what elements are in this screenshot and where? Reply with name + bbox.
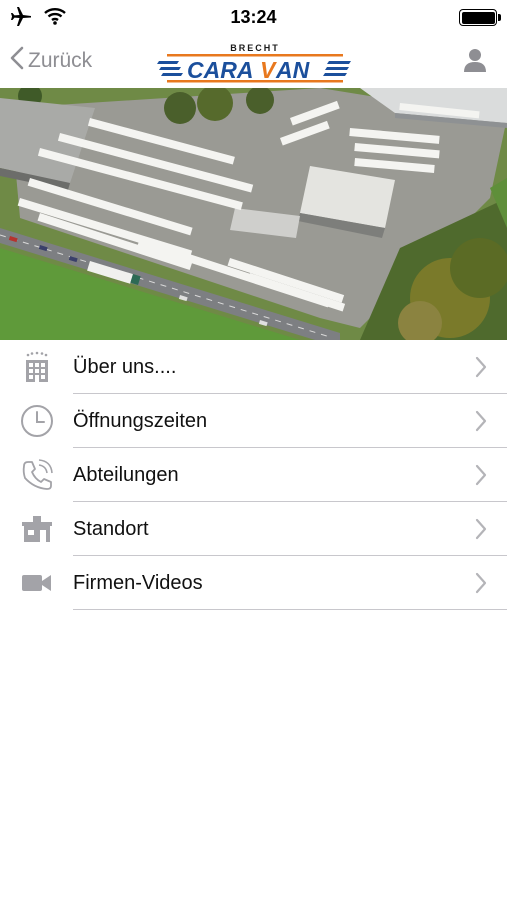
svg-text:CARA: CARA <box>187 57 253 83</box>
menu-item-label: Firmen-Videos <box>73 571 203 594</box>
nav-bar: Zurück BRECHT CARA V AN <box>0 36 507 88</box>
back-label: Zurück <box>28 48 93 72</box>
back-button[interactable]: Zurück <box>10 46 92 75</box>
menu-list: Über uns.... Öffnungszeiten Abteilungen <box>0 340 507 610</box>
brecht-caravan-logo: BRECHT CARA V AN <box>157 42 353 84</box>
svg-text:V: V <box>260 57 277 83</box>
menu-item-abteilungen[interactable]: Abteilungen <box>0 448 507 502</box>
status-bar: 13:24 <box>0 0 507 36</box>
chevron-left-icon <box>10 46 24 75</box>
svg-text:BRECHT: BRECHT <box>230 43 280 53</box>
chevron-right-icon <box>475 356 487 383</box>
chevron-right-icon <box>475 410 487 437</box>
chevron-right-icon <box>475 464 487 491</box>
menu-item-label: Über uns.... <box>73 355 177 378</box>
separator <box>73 609 507 610</box>
battery-icon <box>459 9 501 26</box>
user-icon <box>463 49 487 76</box>
location-building-icon <box>18 512 56 546</box>
user-profile-button[interactable] <box>463 48 487 77</box>
chevron-right-icon <box>475 518 487 545</box>
menu-item-label: Standort <box>73 517 149 540</box>
menu-item-label: Abteilungen <box>73 463 179 486</box>
menu-item-label: Öffnungszeiten <box>73 409 208 432</box>
video-camera-icon <box>18 566 56 600</box>
menu-item-oeffnungszeiten[interactable]: Öffnungszeiten <box>0 394 507 448</box>
clock-icon <box>18 404 56 438</box>
menu-item-standort[interactable]: Standort <box>0 502 507 556</box>
hero-aerial-image <box>0 88 507 340</box>
chevron-right-icon <box>475 572 487 599</box>
phone-icon <box>18 458 56 492</box>
svg-text:AN: AN <box>275 57 310 83</box>
status-time: 13:24 <box>230 7 277 27</box>
menu-item-ueber-uns[interactable]: Über uns.... <box>0 340 507 394</box>
menu-item-firmen-videos[interactable]: Firmen-Videos <box>0 556 507 610</box>
building-icon <box>18 350 56 384</box>
